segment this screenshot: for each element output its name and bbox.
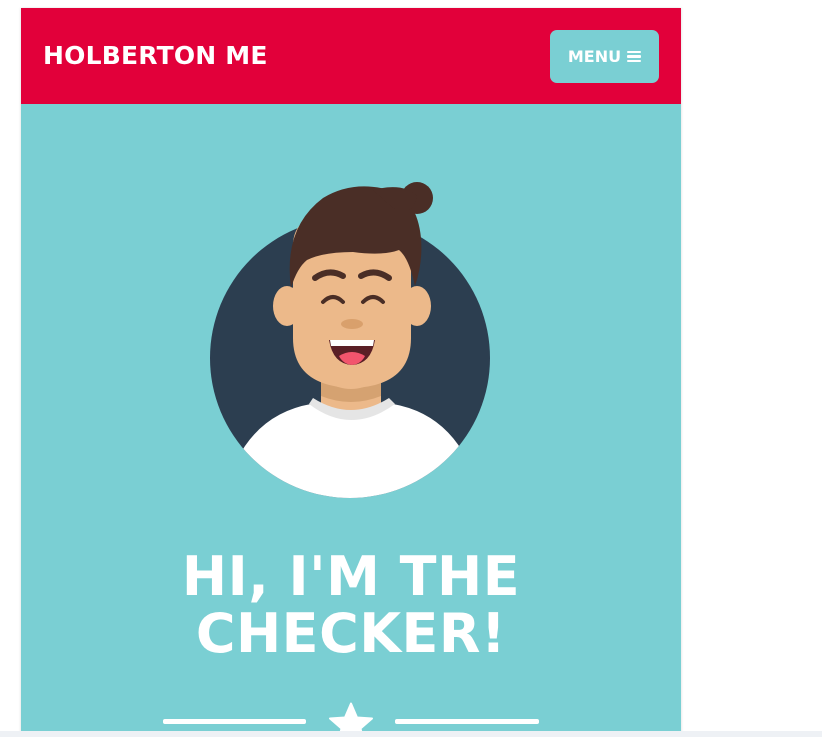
- horizontal-scrollbar[interactable]: [0, 731, 822, 737]
- hero-title: HI, I'M THE CHECKER!: [21, 548, 681, 662]
- menu-button-label: MENU: [567, 47, 622, 66]
- page: HOLBERTON ME MENU HI, I'M THE CHECKER!: [21, 8, 681, 737]
- navbar: HOLBERTON ME MENU: [21, 8, 681, 104]
- divider-line-left: [163, 719, 306, 724]
- menu-button[interactable]: MENU: [550, 30, 659, 83]
- avatar-illustration: [210, 182, 490, 498]
- hero-title-line-1: HI, I'M THE: [181, 545, 521, 608]
- browser-viewport: HOLBERTON ME MENU HI, I'M THE CHECKER!: [0, 0, 822, 737]
- hamburger-icon: [627, 50, 642, 63]
- avatar: [203, 168, 503, 498]
- site-brand[interactable]: HOLBERTON ME: [43, 41, 268, 71]
- hero-title-line-2: CHECKER!: [195, 602, 507, 665]
- divider-line-right: [395, 719, 539, 724]
